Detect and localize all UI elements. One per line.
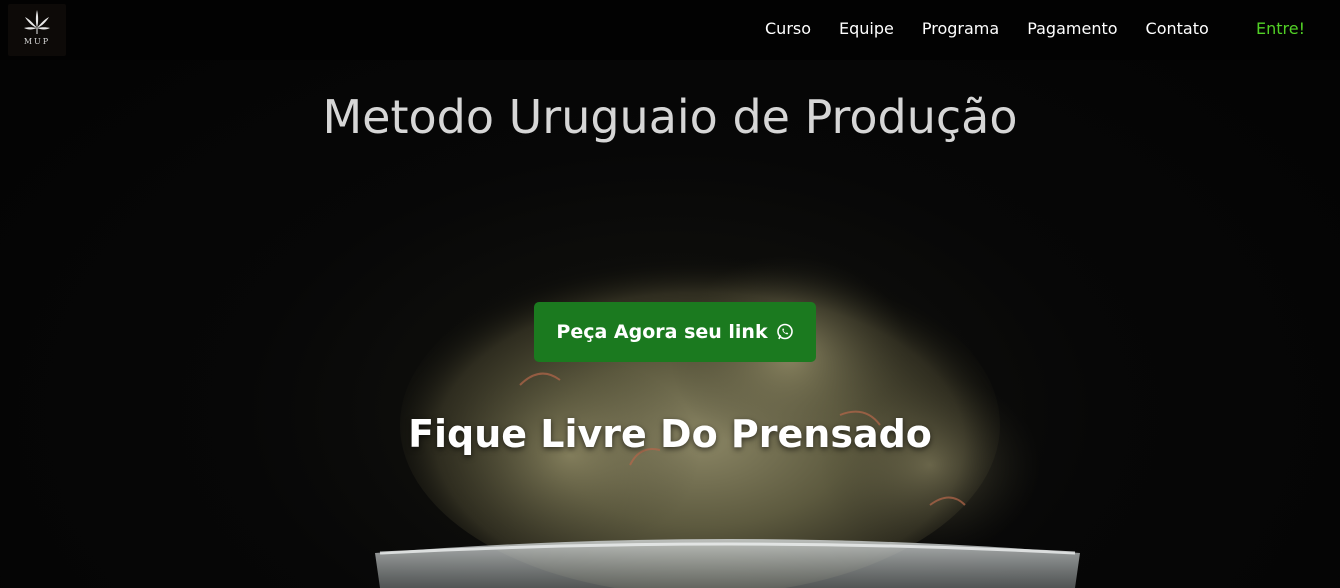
request-link-button[interactable]: Peça Agora seu link [534, 302, 816, 362]
navbar: MUP Curso Equipe Programa Pagamento Cont… [0, 0, 1340, 60]
site-logo[interactable]: MUP [8, 4, 66, 56]
nav-item-contato[interactable]: Contato [1146, 19, 1209, 38]
hero-title: Metodo Uruguaio de Produção [322, 90, 1018, 144]
nav-item-programa[interactable]: Programa [922, 19, 999, 38]
nav-login-link[interactable]: Entre! [1256, 19, 1305, 38]
whatsapp-icon [776, 323, 794, 341]
hero-subtitle: Fique Livre Do Prensado [408, 412, 932, 456]
logo-text: MUP [23, 37, 51, 46]
nav-item-pagamento[interactable]: Pagamento [1027, 19, 1117, 38]
nav-item-curso[interactable]: Curso [765, 19, 811, 38]
nav-item-equipe[interactable]: Equipe [839, 19, 894, 38]
request-link-label: Peça Agora seu link [556, 321, 768, 343]
nav-links: Curso Equipe Programa Pagamento Contato [765, 19, 1237, 38]
cannabis-leaf-icon [24, 10, 50, 34]
page: MUP Curso Equipe Programa Pagamento Cont… [0, 0, 1340, 588]
